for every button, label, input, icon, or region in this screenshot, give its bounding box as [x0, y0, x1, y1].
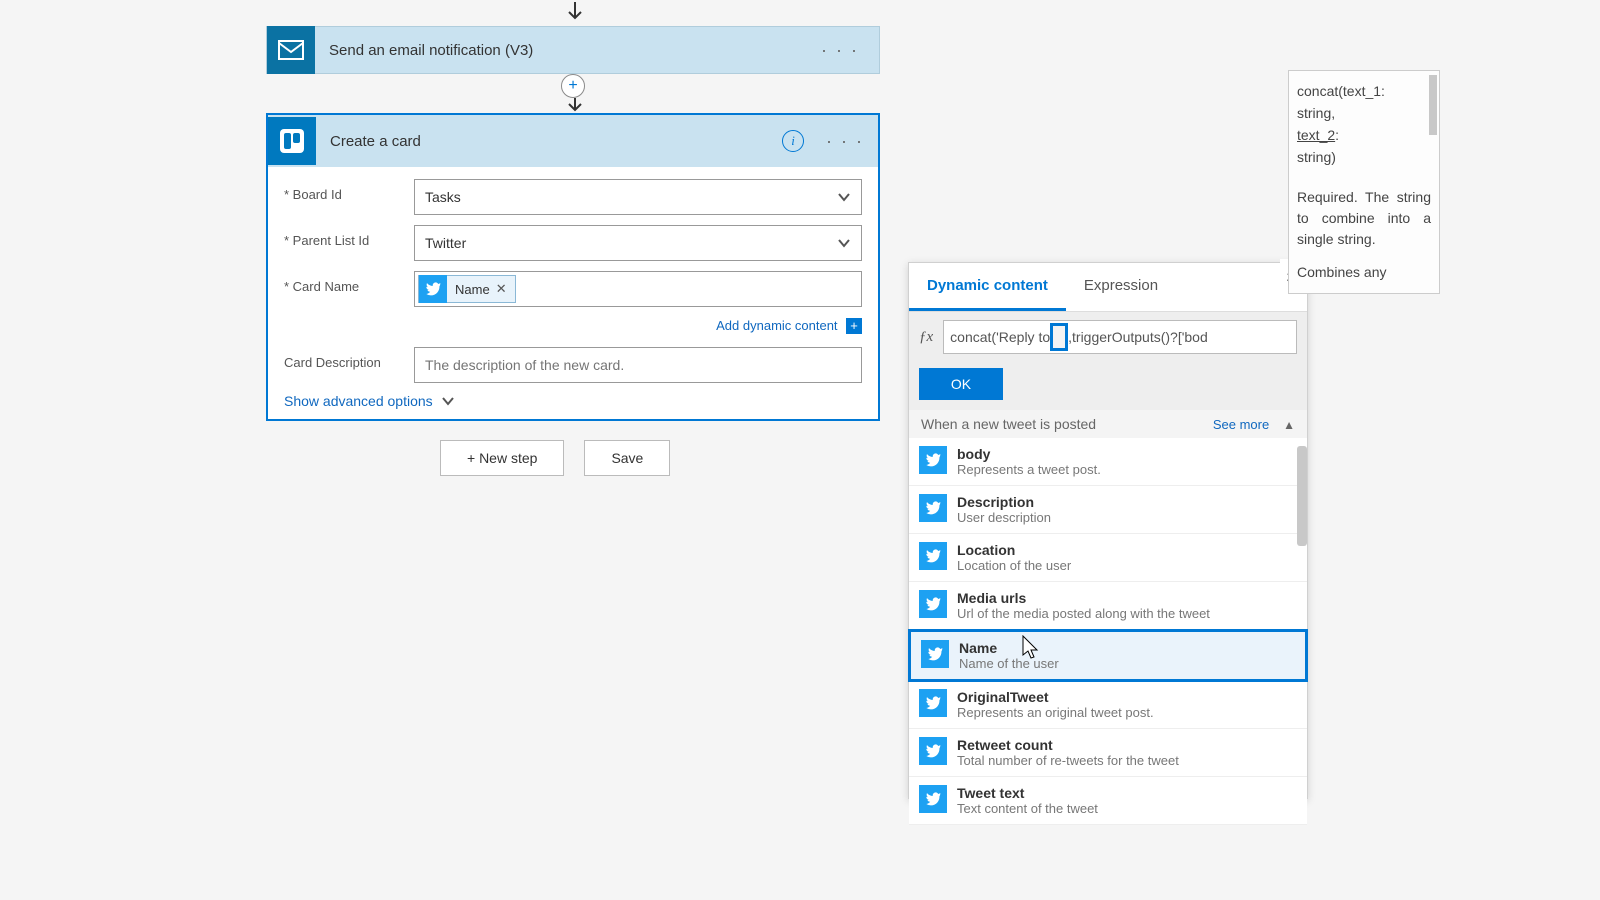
trello-card-title: Create a card [330, 133, 421, 150]
select-parent-list-value: Twitter [425, 235, 466, 251]
scrollbar[interactable] [1297, 446, 1307, 546]
info-icon[interactable]: i [782, 130, 804, 152]
expression-input[interactable]: concat('Reply to ,triggerOutputs()?['bod [943, 320, 1297, 354]
input-card-name[interactable]: Name ✕ [414, 271, 862, 307]
dc-item-originaltweet[interactable]: OriginalTweetRepresents an original twee… [909, 681, 1307, 729]
tooltip-description: Required. The string to combine into a s… [1297, 187, 1431, 250]
dc-item-location[interactable]: LocationLocation of the user [909, 534, 1307, 582]
save-button[interactable]: Save [584, 440, 670, 476]
dc-item-description[interactable]: DescriptionUser description [909, 486, 1307, 534]
tooltip-scrollbar[interactable] [1429, 75, 1437, 135]
show-advanced-label: Show advanced options [284, 393, 433, 409]
select-parent-list[interactable]: Twitter [414, 225, 862, 261]
ok-button[interactable]: OK [919, 368, 1003, 400]
function-signature-tooltip: concat(text_1: string, text_2: string) R… [1288, 70, 1440, 294]
chevron-down-icon [837, 190, 851, 204]
select-board-id-value: Tasks [425, 189, 461, 205]
email-card-menu-icon[interactable]: · · · [821, 40, 859, 61]
flow-connector: + [561, 74, 585, 118]
twitter-icon [919, 737, 947, 765]
new-step-button[interactable]: + New step [440, 440, 564, 476]
expression-cursor [1050, 323, 1068, 351]
trigger-section-title: When a new tweet is posted [921, 416, 1096, 432]
dynamic-content-panel: ⌃ 2/2 Dynamic content Expression ƒx conc… [908, 262, 1308, 799]
input-card-description[interactable] [414, 347, 862, 383]
twitter-icon [919, 494, 947, 522]
tab-dynamic-content[interactable]: Dynamic content [909, 263, 1066, 311]
twitter-icon [919, 785, 947, 813]
chevron-down-icon [837, 236, 851, 250]
dc-item-name[interactable]: NameName of the user [908, 629, 1308, 682]
dc-item-media-urls[interactable]: Media urlsUrl of the media posted along … [909, 582, 1307, 630]
label-parent-list: Parent List Id [284, 225, 414, 248]
mail-icon [267, 26, 315, 74]
label-board-id: Board Id [284, 179, 414, 202]
token-remove-icon[interactable]: ✕ [496, 281, 507, 297]
trello-card-menu-icon[interactable]: · · · [826, 131, 864, 152]
token-name-label: Name [455, 282, 490, 297]
email-card-title: Send an email notification (V3) [329, 42, 533, 59]
select-board-id[interactable]: Tasks [414, 179, 862, 215]
trello-icon [268, 117, 316, 165]
collapse-icon[interactable]: ▲ [1283, 418, 1295, 432]
twitter-icon [921, 640, 949, 668]
add-step-icon[interactable]: + [561, 74, 585, 98]
twitter-icon [919, 446, 947, 474]
show-advanced-link[interactable]: Show advanced options [284, 393, 455, 409]
twitter-icon [919, 590, 947, 618]
expression-text-prefix: concat('Reply to [950, 329, 1050, 345]
expression-text-suffix: ,triggerOutputs()?['bod [1068, 329, 1208, 345]
label-card-name: Card Name [284, 271, 414, 294]
dynamic-content-list: bodyRepresents a tweet post. Description… [909, 438, 1307, 798]
fx-icon: ƒx [919, 329, 933, 346]
dc-item-retweet-count[interactable]: Retweet countTotal number of re-tweets f… [909, 729, 1307, 777]
twitter-icon [919, 542, 947, 570]
twitter-icon [419, 275, 447, 303]
dc-item-body[interactable]: bodyRepresents a tweet post. [909, 438, 1307, 486]
twitter-icon [919, 689, 947, 717]
add-dynamic-content-link[interactable]: Add dynamic content [716, 318, 837, 333]
dc-item-tweet-text[interactable]: Tweet textText content of the tweet [909, 777, 1307, 825]
add-dynamic-plus-icon[interactable]: + [846, 318, 862, 334]
label-card-description: Card Description [284, 347, 414, 370]
trello-card-header[interactable]: Create a card i · · · [268, 115, 878, 167]
action-card-email[interactable]: Send an email notification (V3) · · · [266, 26, 880, 74]
tab-expression[interactable]: Expression [1066, 263, 1176, 311]
see-more-link[interactable]: See more [1213, 417, 1269, 432]
action-card-trello: Create a card i · · · Board Id Tasks Par… [266, 113, 880, 421]
chevron-down-icon [441, 394, 455, 408]
token-name[interactable]: Name ✕ [418, 275, 516, 303]
flow-arrow-top [563, 0, 583, 25]
